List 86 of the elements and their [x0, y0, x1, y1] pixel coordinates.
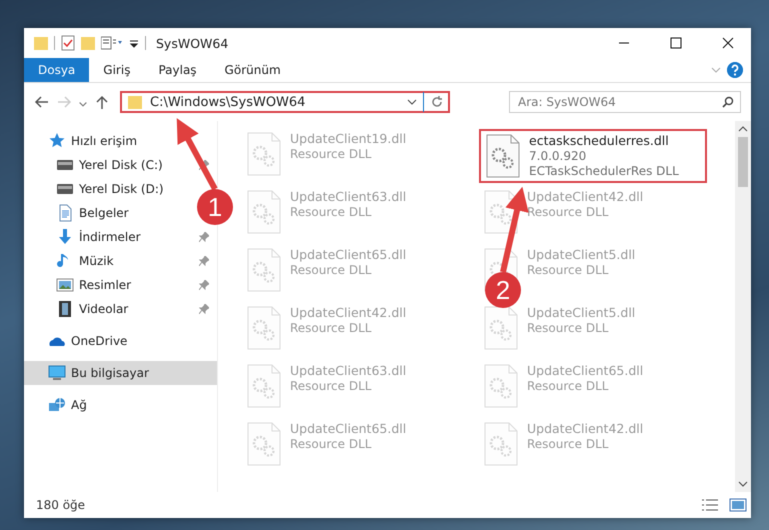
- file-name: UpdateClient42.dll: [290, 305, 406, 320]
- file-name: UpdateClient65.dll: [290, 421, 406, 436]
- file-type: Resource DLL: [290, 147, 372, 161]
- ribbon-tab[interactable]: Giriş: [89, 58, 144, 82]
- pc-icon: [48, 364, 66, 382]
- file-name: UpdateClient65.dll: [527, 363, 644, 378]
- step-number: 2: [485, 272, 521, 308]
- refresh-icon[interactable]: [430, 95, 444, 109]
- download-icon: [56, 228, 74, 246]
- folder-icon: [128, 94, 142, 110]
- sidebar-item[interactable]: Müzik: [24, 249, 217, 273]
- file-version: 7.0.0.920: [529, 149, 588, 163]
- network-icon: [48, 396, 66, 414]
- gear-file-icon: [483, 305, 519, 351]
- gear-file-icon: [246, 247, 282, 293]
- search-icon: [722, 96, 734, 108]
- checklist-icon[interactable]: [61, 35, 75, 51]
- ribbon-tab[interactable]: Görünüm: [210, 58, 295, 82]
- gear-file-icon: [483, 189, 519, 235]
- help-icon[interactable]: [727, 62, 743, 78]
- up-button[interactable]: [94, 94, 110, 110]
- sidebar-item[interactable]: OneDrive: [24, 329, 136, 353]
- file-name: UpdateClient65.dll: [290, 247, 406, 262]
- ribbon-tab[interactable]: Dosya: [24, 58, 90, 82]
- file-name: UpdateClient42.dll: [527, 421, 644, 436]
- gear-file-icon: [485, 133, 521, 179]
- file-name: UpdateClient63.dll: [290, 363, 406, 378]
- gear-file-icon: [483, 421, 519, 467]
- file-type: Resource DLL: [527, 437, 610, 451]
- file-type: Resource DLL: [527, 321, 610, 335]
- file-type: ECTaskSchedulerRes DLL: [529, 164, 679, 178]
- sidebar-item[interactable]: Yerel Disk (D:): [24, 177, 172, 201]
- gear-file-icon: [246, 421, 282, 467]
- back-arrow-icon: [34, 94, 50, 110]
- sidebar-item[interactable]: Belgeler: [24, 201, 137, 225]
- window-title: SysWOW64: [156, 36, 230, 50]
- chevron-down-icon[interactable]: [407, 97, 417, 107]
- gear-file-icon: [246, 189, 282, 235]
- sidebar-item[interactable]: Ağ: [24, 393, 95, 417]
- gear-file-icon: [483, 363, 519, 409]
- file-type: Resource DLL: [290, 205, 372, 219]
- pictures-icon: [56, 276, 74, 294]
- file-name: ectaskschedulerres.dll: [529, 133, 670, 148]
- file-name: UpdateClient5.dll: [527, 247, 636, 262]
- step-number: 1: [197, 189, 233, 225]
- properties-icon[interactable]: [101, 36, 123, 50]
- gear-file-icon: [246, 131, 282, 177]
- ribbon-tab[interactable]: Paylaş: [144, 58, 211, 82]
- file-type: Resource DLL: [290, 379, 372, 393]
- sidebar-item[interactable]: Videolar: [24, 297, 217, 321]
- sidebar-item[interactable]: Hızlı erişim: [24, 129, 146, 153]
- maximize-icon: [670, 37, 682, 49]
- back-button[interactable]: [34, 94, 50, 110]
- scroll-up-icon[interactable]: [738, 125, 748, 133]
- sidebar-item[interactable]: İndirmeler: [24, 225, 217, 249]
- gear-file-icon: [246, 305, 282, 351]
- file-name: UpdateClient5.dll: [527, 305, 636, 320]
- file-name: UpdateClient19.dll: [290, 131, 406, 146]
- star-icon: [48, 132, 66, 150]
- file-type: Resource DLL: [290, 263, 372, 277]
- details-view-icon[interactable]: [701, 498, 719, 512]
- forward-arrow-icon: [56, 94, 72, 110]
- file-type: Resource DLL: [290, 321, 372, 335]
- gear-file-icon: [246, 363, 282, 409]
- close-icon: [722, 37, 734, 49]
- sidebar-item[interactable]: Yerel Disk (C:): [24, 153, 217, 177]
- file-type: Resource DLL: [527, 205, 610, 219]
- search-field[interactable]: Ara: SysWOW64: [509, 91, 741, 113]
- file-type: Resource DLL: [527, 263, 610, 277]
- file-item[interactable]: ectaskschedulerres.dll 7.0.0.920 ECTaskSchedulerRes DLL: [479, 129, 707, 183]
- dropdown-icon[interactable]: [129, 38, 139, 48]
- sidebar-item[interactable]: Bu bilgisayar: [24, 361, 217, 385]
- video-icon: [56, 300, 74, 318]
- chevron-down-icon: [79, 102, 87, 106]
- sidebar-item[interactable]: Resimler: [24, 273, 217, 297]
- item-count: 180 öğe: [36, 498, 86, 512]
- file-name: UpdateClient63.dll: [290, 189, 406, 204]
- up-arrow-icon: [94, 94, 110, 110]
- file-type: Resource DLL: [527, 379, 610, 393]
- scroll-down-icon[interactable]: [738, 480, 748, 488]
- address-bar[interactable]: C:\Windows\SysWOW64: [120, 91, 450, 113]
- scrollbar[interactable]: [735, 121, 751, 492]
- tiles-view-icon[interactable]: [729, 498, 747, 512]
- scrollbar-thumb[interactable]: [738, 137, 748, 187]
- file-name: UpdateClient42.dll: [527, 189, 644, 204]
- file-type: Resource DLL: [290, 437, 372, 451]
